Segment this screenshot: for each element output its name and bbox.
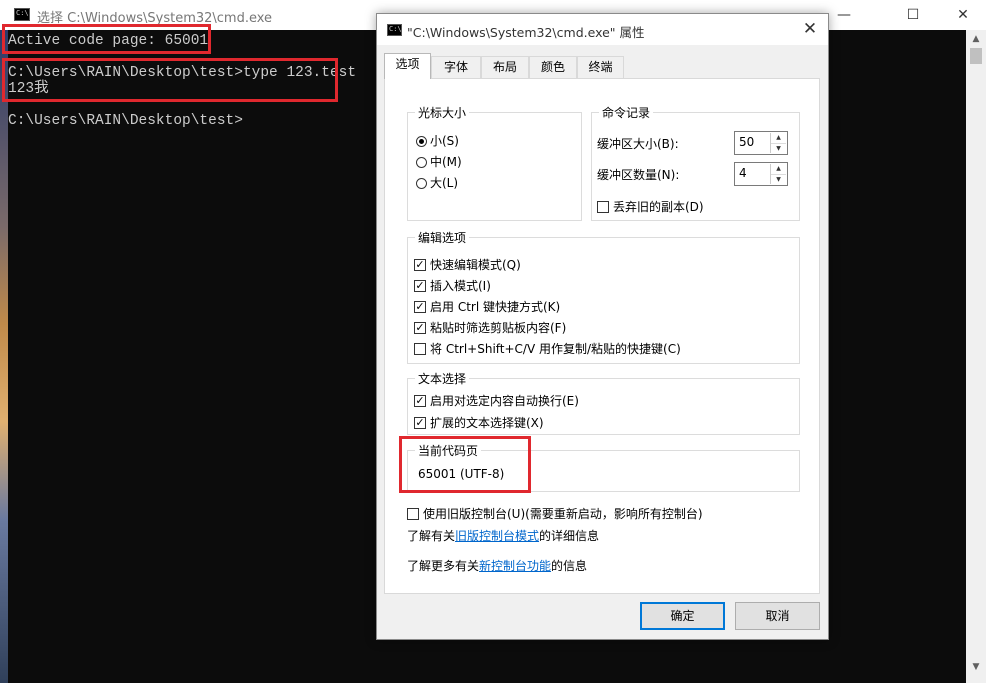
ctrl-shortcuts-label: 启用 Ctrl 键快捷方式(K) — [430, 300, 561, 314]
cursor-size-label: 光标大小 — [415, 104, 470, 121]
tab-colors[interactable]: 颜色 — [529, 56, 577, 78]
dialog-app-icon: C:\ — [387, 24, 402, 36]
vertical-scrollbar[interactable]: ▲ ▼ — [966, 30, 986, 683]
insert-mode-label: 插入模式(I) — [430, 279, 491, 293]
buffer-size-label: 缓冲区大小(B): — [597, 137, 679, 151]
scroll-up-arrow-icon[interactable]: ▲ — [966, 32, 986, 46]
radio-icon[interactable] — [416, 156, 427, 168]
current-code-page-label: 当前代码页 — [415, 442, 482, 459]
checkbox-unchecked-icon[interactable] — [414, 343, 426, 355]
scroll-down-arrow-icon[interactable]: ▼ — [966, 660, 986, 674]
discard-old-duplicates-label: 丢弃旧的副本(D) — [613, 200, 704, 214]
learn-legacy-prefix: 了解有关 — [407, 529, 456, 543]
learn-legacy-text: 了解有关 旧版控制台模式 的详细信息 — [407, 528, 599, 544]
console-line-command: C:\Users\RAIN\Desktop\test>type 123.test — [8, 65, 357, 81]
console-line-codepage: Active code page: 65001 — [8, 33, 209, 49]
edit-options-label: 编辑选项 — [415, 229, 470, 246]
cursor-size-small-label: 小(S) — [430, 134, 459, 148]
buffer-size-value[interactable]: 50 — [739, 135, 754, 149]
cursor-size-small[interactable]: 小(S) — [416, 133, 459, 149]
spinner-up-arrow-icon[interactable]: ▲ — [771, 164, 786, 175]
buffer-count-spinner[interactable]: 4 ▲ ▼ — [734, 162, 788, 186]
properties-dialog: C:\ "C:\Windows\System32\cmd.exe" 属性 ✕ 选… — [376, 13, 829, 640]
dialog-title: "C:\Windows\System32\cmd.exe" 属性 — [407, 25, 645, 40]
tab-options[interactable]: 选项 — [384, 53, 431, 79]
command-history-label: 命令记录 — [599, 104, 654, 121]
current-code-page-group: 当前代码页 65001 (UTF-8) — [407, 442, 800, 492]
spinner-down-arrow-icon[interactable]: ▼ — [771, 144, 786, 154]
checkbox-checked-icon[interactable]: ✓ — [414, 395, 426, 407]
buffer-count-value[interactable]: 4 — [739, 166, 747, 180]
cursor-size-medium-label: 中(M) — [430, 155, 462, 169]
cancel-button[interactable]: 取消 — [735, 602, 820, 630]
checkbox-unchecked-icon[interactable] — [407, 508, 419, 520]
learn-legacy-suffix: 的详细信息 — [539, 529, 600, 543]
new-features-link[interactable]: 新控制台功能 — [479, 558, 551, 574]
cursor-size-large[interactable]: 大(L) — [416, 175, 458, 191]
scroll-thumb[interactable] — [970, 48, 982, 64]
spinner-down-arrow-icon[interactable]: ▼ — [771, 175, 786, 185]
current-code-page-value: 65001 (UTF-8) — [418, 467, 505, 481]
ctrl-shift-cv-checkbox[interactable]: 将 Ctrl+Shift+C/V 用作复制/粘贴的快捷键(C) — [414, 341, 681, 357]
quick-edit-checkbox[interactable]: ✓ 快速编辑模式(Q) — [414, 257, 521, 273]
console-line-prompt: C:\Users\RAIN\Desktop\test> — [8, 113, 243, 129]
cursor-size-large-label: 大(L) — [430, 176, 459, 190]
extended-selection-keys-checkbox[interactable]: ✓ 扩展的文本选择键(X) — [414, 415, 544, 431]
dialog-titlebar[interactable]: C:\ "C:\Windows\System32\cmd.exe" 属性 ✕ — [377, 14, 828, 45]
radio-icon[interactable] — [416, 177, 427, 189]
quick-edit-label: 快速编辑模式(Q) — [430, 258, 521, 272]
cursor-size-medium[interactable]: 中(M) — [416, 154, 462, 170]
checkbox-unchecked-icon[interactable] — [597, 201, 609, 213]
ctrl-shortcuts-checkbox[interactable]: ✓ 启用 Ctrl 键快捷方式(K) — [414, 299, 560, 315]
command-history-group: 命令记录 缓冲区大小(B): 50 ▲ ▼ 缓冲区数量(N): 4 ▲ ▼ 丢弃… — [591, 104, 800, 221]
cmd-app-icon: C:\ — [14, 8, 30, 21]
desktop-background — [0, 30, 8, 683]
line-wrap-selection-checkbox[interactable]: ✓ 启用对选定内容自动换行(E) — [414, 393, 579, 409]
cmd-window-title: 选择 C:\Windows\System32\cmd.exe — [37, 11, 273, 26]
filter-paste-label: 粘贴时筛选剪贴板内容(F) — [430, 321, 567, 335]
insert-mode-checkbox[interactable]: ✓ 插入模式(I) — [414, 278, 491, 294]
buffer-count-label: 缓冲区数量(N): — [597, 168, 680, 182]
ok-button[interactable]: 确定 — [640, 602, 725, 630]
tab-font[interactable]: 字体 — [431, 56, 481, 78]
checkbox-checked-icon[interactable]: ✓ — [414, 280, 426, 292]
options-tab-panel: 光标大小 小(S) 中(M) 大(L) 命令记录 缓冲区大小(B): 50 ▲ … — [384, 78, 820, 594]
checkbox-checked-icon[interactable]: ✓ — [414, 417, 426, 429]
tab-terminal[interactable]: 终端 — [577, 56, 624, 78]
cursor-size-group: 光标大小 小(S) 中(M) 大(L) — [407, 104, 582, 221]
legacy-console-checkbox[interactable]: 使用旧版控制台(U)(需要重新启动，影响所有控制台) — [407, 506, 703, 522]
learn-new-suffix: 的信息 — [551, 559, 588, 573]
buffer-size-spinner[interactable]: 50 ▲ ▼ — [734, 131, 788, 155]
spinner-buttons: ▲ ▼ — [770, 133, 786, 153]
text-selection-group: 文本选择 ✓ 启用对选定内容自动换行(E) ✓ 扩展的文本选择键(X) — [407, 370, 800, 435]
extended-selection-keys-label: 扩展的文本选择键(X) — [430, 416, 544, 430]
console-line-output: 123我 — [8, 81, 49, 97]
legacy-mode-link[interactable]: 旧版控制台模式 — [455, 528, 539, 544]
maximize-button[interactable]: ☐ — [890, 0, 936, 30]
discard-old-duplicates-checkbox[interactable]: 丢弃旧的副本(D) — [597, 199, 704, 215]
spinner-up-arrow-icon[interactable]: ▲ — [771, 133, 786, 144]
text-selection-label: 文本选择 — [415, 370, 470, 387]
dialog-close-button[interactable]: ✕ — [797, 18, 823, 40]
close-button[interactable]: ✕ — [940, 0, 986, 30]
ctrl-shift-cv-label: 将 Ctrl+Shift+C/V 用作复制/粘贴的快捷键(C) — [430, 342, 681, 356]
legacy-console-label: 使用旧版控制台(U)(需要重新启动，影响所有控制台) — [423, 507, 703, 521]
filter-paste-checkbox[interactable]: ✓ 粘贴时筛选剪贴板内容(F) — [414, 320, 566, 336]
checkbox-checked-icon[interactable]: ✓ — [414, 322, 426, 334]
learn-new-prefix: 了解更多有关 — [407, 559, 480, 573]
window-border — [986, 30, 993, 683]
learn-new-features-text: 了解更多有关 新控制台功能 的信息 — [407, 558, 587, 574]
line-wrap-selection-label: 启用对选定内容自动换行(E) — [430, 394, 579, 408]
radio-selected-icon[interactable] — [416, 135, 427, 147]
edit-options-group: 编辑选项 ✓ 快速编辑模式(Q) ✓ 插入模式(I) ✓ 启用 Ctrl 键快捷方式(… — [407, 229, 800, 364]
checkbox-checked-icon[interactable]: ✓ — [414, 259, 426, 271]
tab-layout[interactable]: 布局 — [481, 56, 529, 78]
checkbox-checked-icon[interactable]: ✓ — [414, 301, 426, 313]
spinner-buttons: ▲ ▼ — [770, 164, 786, 184]
